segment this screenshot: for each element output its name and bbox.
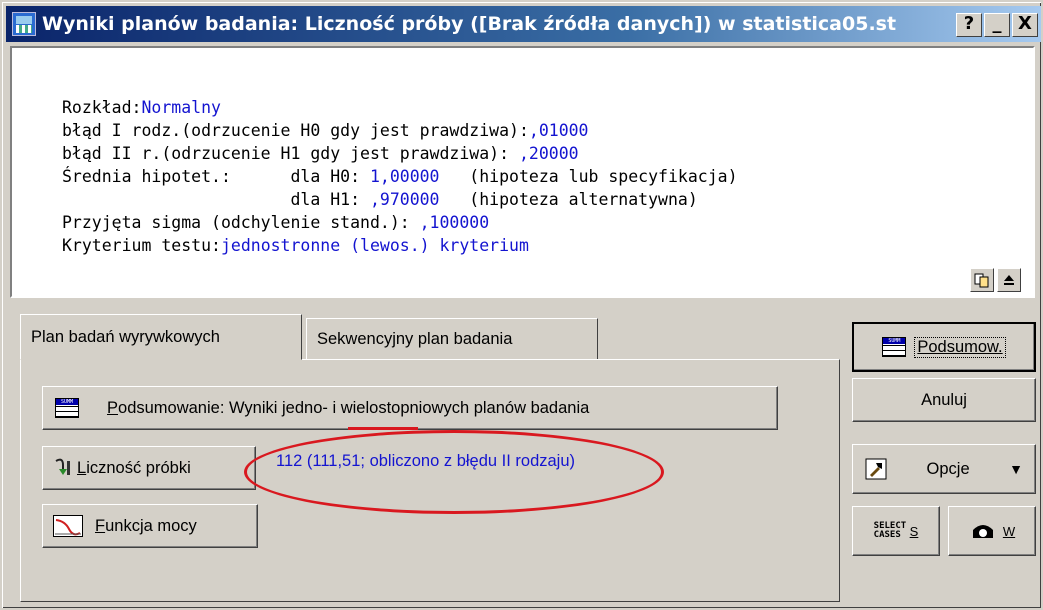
options-tool-icon bbox=[865, 458, 887, 480]
sigma-label: Przyjęta sigma (odchylenie stand.): bbox=[62, 213, 420, 232]
beta-value: ,20000 bbox=[518, 144, 579, 163]
summary-button[interactable]: SUMM Podsumow. bbox=[852, 322, 1036, 372]
distribution-line: Rozkład:Normalny bbox=[62, 96, 738, 119]
select-cases-label: S bbox=[909, 523, 919, 539]
summary-table-icon: SUMM bbox=[882, 337, 907, 357]
dialog-window: Wyniki planów badania: Liczność próby ([… bbox=[0, 0, 1043, 610]
results-output-pane: Rozkład:Normalny błąd I rodz.(odrzucenie … bbox=[10, 46, 1035, 298]
summary-results-button[interactable]: SUMM Podsumowanie: Wyniki jedno- i wielo… bbox=[42, 386, 778, 430]
expand-up-icon[interactable] bbox=[997, 268, 1021, 292]
beta-line: błąd II r.(odrzucenie H1 gdy jest prawdz… bbox=[62, 142, 738, 165]
mean-h1-line: dla H1: ,970000 (hipoteza alternatywna) bbox=[62, 188, 738, 211]
close-button[interactable]: X bbox=[1012, 13, 1038, 37]
mean-h0-value: 1,00000 bbox=[369, 167, 440, 186]
window-title: Wyniki planów badania: Liczność próby ([… bbox=[42, 13, 897, 35]
copy-icon[interactable] bbox=[970, 268, 994, 292]
cancel-button[interactable]: Anuluj bbox=[852, 378, 1036, 422]
select-cases-icon: SELECT CASES bbox=[873, 521, 907, 540]
distribution-label: Rozkład: bbox=[62, 98, 142, 117]
mean-h1-value: ,970000 bbox=[369, 190, 440, 209]
mean-h1-note: (hipoteza alternatywna) bbox=[439, 190, 698, 209]
app-icon bbox=[12, 12, 36, 36]
options-button[interactable]: Opcje ▼ bbox=[852, 444, 1036, 494]
help-button[interactable]: ? bbox=[956, 13, 982, 37]
tab-sampling-plan[interactable]: Plan badań wyrywkowych bbox=[20, 314, 302, 360]
dropdown-arrow-icon: ▼ bbox=[1009, 461, 1023, 477]
title-bar[interactable]: Wyniki planów badania: Liczność próby ([… bbox=[6, 6, 1041, 42]
results-text: Rozkład:Normalny błąd I rodz.(odrzucenie … bbox=[62, 96, 738, 257]
distribution-value: Normalny bbox=[141, 98, 221, 117]
summary-results-label: Podsumowanie: Wyniki jedno- i wielostopn… bbox=[107, 398, 590, 417]
alpha-value: ,01000 bbox=[528, 121, 589, 140]
criterion-label: Kryterium testu: bbox=[62, 236, 221, 255]
weight-button[interactable]: W bbox=[948, 506, 1036, 556]
sample-size-button[interactable]: Liczność próbki bbox=[42, 446, 256, 490]
beta-label: błąd II r.(odrzucenie H1 gdy jest prawdz… bbox=[62, 144, 519, 163]
annotation-underline bbox=[348, 427, 418, 430]
alpha-label: błąd I rodz.(odrzucenie H0 gdy jest praw… bbox=[62, 121, 529, 140]
tab-sequential-plan[interactable]: Sekwencyjny plan badania bbox=[306, 318, 598, 360]
sigma-value: ,100000 bbox=[419, 213, 490, 232]
mean-h0-note: (hipoteza lub specyfikacja) bbox=[439, 167, 738, 186]
power-curve-icon bbox=[53, 515, 83, 537]
mean-h0-label: Średnia hipotet.: dla H0: bbox=[62, 167, 370, 186]
alpha-line: błąd I rodz.(odrzucenie H0 gdy jest praw… bbox=[62, 119, 738, 142]
select-cases-button[interactable]: SELECT CASES S bbox=[852, 506, 940, 556]
summary-table-icon: SUMM bbox=[55, 398, 79, 418]
mean-h0-line: Średnia hipotet.: dla H0: 1,00000 (hipot… bbox=[62, 165, 738, 188]
criterion-line: Kryterium testu:jednostronne (lewos.) kr… bbox=[62, 234, 738, 257]
weight-label: W bbox=[1002, 523, 1016, 539]
summary-button-label: Podsumow. bbox=[914, 336, 1006, 358]
sample-size-label: Liczność próbki bbox=[77, 458, 191, 477]
minimize-button[interactable]: _ bbox=[984, 13, 1010, 37]
weight-icon bbox=[972, 525, 993, 538]
options-label: Opcje bbox=[926, 459, 970, 478]
sigma-line: Przyjęta sigma (odchylenie stand.): ,100… bbox=[62, 211, 738, 234]
criterion-value: jednostronne (lewos.) kryterium bbox=[220, 236, 529, 255]
annotation-ellipse bbox=[244, 430, 664, 514]
power-function-label: Funkcja mocy bbox=[95, 516, 197, 535]
sample-size-icon bbox=[55, 458, 70, 475]
mean-h1-label: dla H1: bbox=[62, 190, 370, 209]
power-function-button[interactable]: Funkcja mocy bbox=[42, 504, 258, 548]
